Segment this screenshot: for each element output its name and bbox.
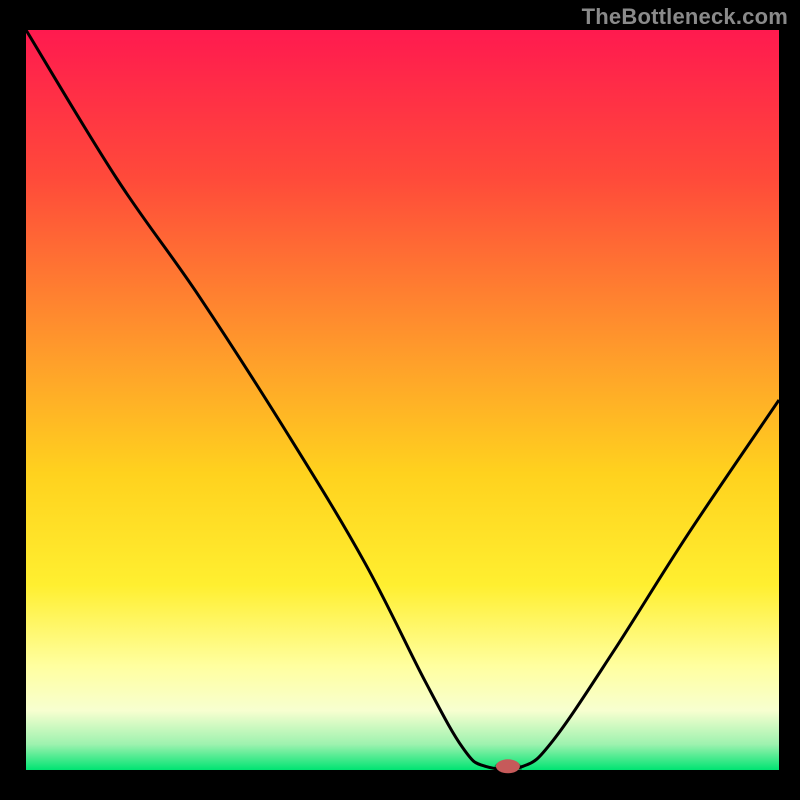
bottleneck-chart: [0, 0, 800, 800]
optimum-marker: [496, 759, 520, 773]
gradient-background: [26, 30, 779, 770]
chart-frame: TheBottleneck.com: [0, 0, 800, 800]
